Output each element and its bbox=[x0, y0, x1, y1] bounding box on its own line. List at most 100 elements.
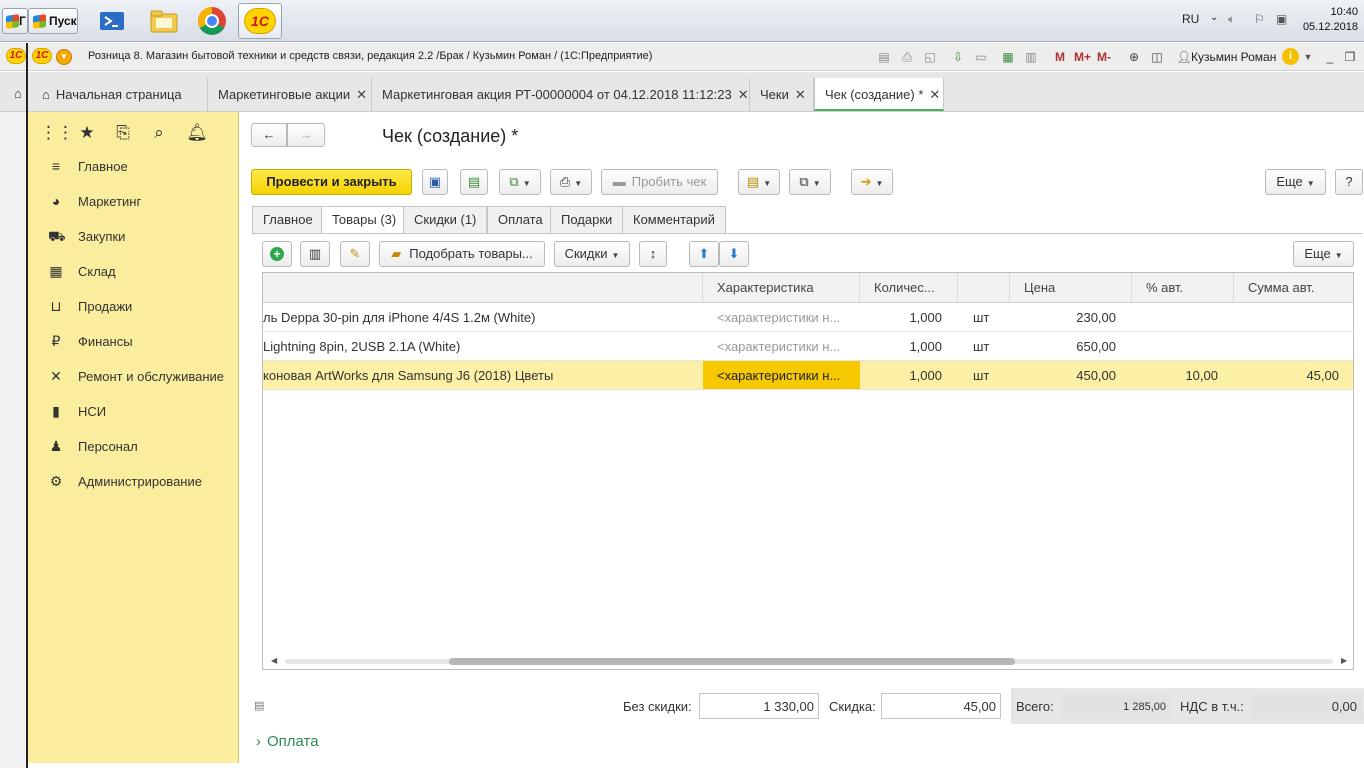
sidebar-item-warehouse[interactable]: ▦ Склад bbox=[28, 259, 238, 285]
tab-marketing-action[interactable]: Маркетинговая акция РТ-00000004 от 04.12… bbox=[372, 78, 750, 111]
sidebar-item-finance[interactable]: ₽ Финансы bbox=[28, 329, 238, 355]
cell-quantity[interactable]: 1,000 bbox=[860, 332, 958, 360]
copy-button[interactable]: ⧉ ▼ bbox=[789, 169, 831, 195]
sidebar-item-nsi[interactable]: ▮ НСИ bbox=[28, 399, 238, 425]
clock[interactable]: 10:40 05.12.2018 bbox=[1303, 5, 1358, 35]
main-menu-dropdown-icon[interactable]: ▼ bbox=[56, 49, 72, 65]
add-row-button[interactable]: + bbox=[262, 241, 292, 267]
start-button[interactable]: Пуск bbox=[28, 8, 78, 34]
post-button[interactable]: ▤ bbox=[460, 169, 488, 195]
reports-button[interactable]: ▤ ▼ bbox=[738, 169, 780, 195]
cell-characteristic-current[interactable]: <характеристики н... bbox=[703, 361, 860, 389]
print-button[interactable]: ⎙ ▼ bbox=[550, 169, 592, 195]
tab-goods[interactable]: Товары (3) bbox=[321, 206, 408, 234]
star-icon[interactable]: ★ bbox=[76, 122, 98, 144]
memory-plus-button[interactable]: M+ bbox=[1074, 50, 1091, 64]
edit-button[interactable]: ✎ bbox=[340, 241, 370, 267]
sidebar-item-purchases[interactable]: ⛟ Закупки bbox=[28, 224, 238, 250]
sidebar-item-marketing[interactable]: ◕ Маркетинг bbox=[28, 189, 238, 215]
save-button[interactable]: ▣ bbox=[422, 169, 448, 195]
col-header-name[interactable] bbox=[263, 273, 703, 303]
table-more-button[interactable]: Еще ▼ bbox=[1293, 241, 1354, 267]
minimize-icon[interactable]: _ bbox=[1322, 49, 1338, 65]
home-corner-icon[interactable]: ⌂ bbox=[10, 78, 32, 111]
table-row[interactable]: ль Deppa 30-pin для iPhone 4/4S 1.2м (Wh… bbox=[263, 303, 1353, 332]
print-check-button[interactable]: ▬ Пробить чек bbox=[601, 169, 718, 195]
history-icon[interactable]: ⎘ bbox=[112, 122, 134, 144]
memory-button[interactable]: M bbox=[1055, 50, 1065, 64]
scroll-right-icon[interactable]: ▶ bbox=[1341, 656, 1347, 665]
link-icon[interactable]: ▭ bbox=[973, 49, 989, 65]
close-icon[interactable]: ✕ bbox=[929, 87, 940, 102]
sidebar-item-repair[interactable]: ✕ Ремонт и обслуживание bbox=[28, 364, 238, 390]
taskbar-1c[interactable]: 1С bbox=[238, 3, 282, 39]
col-header-auto-sum[interactable]: Сумма авт. bbox=[1234, 273, 1353, 303]
print-icon[interactable]: ⎙ bbox=[899, 49, 915, 65]
forward-button[interactable]: → bbox=[287, 123, 325, 147]
save-icon[interactable]: ▤ bbox=[876, 49, 892, 65]
post-and-close-button[interactable]: Провести и закрыть bbox=[251, 169, 412, 195]
tab-home[interactable]: ⌂ Начальная страница bbox=[32, 78, 208, 111]
tab-payment[interactable]: Оплата bbox=[487, 206, 554, 233]
download-icon[interactable]: ⇩ bbox=[950, 49, 966, 65]
pick-goods-button[interactable]: ▰ Подобрать товары... bbox=[379, 241, 545, 267]
cell-price[interactable]: 230,00 bbox=[1010, 303, 1132, 331]
move-down-button[interactable]: ⬇ bbox=[719, 241, 749, 267]
grid-menu-icon[interactable]: ⋮⋮ bbox=[40, 122, 74, 144]
cell-characteristic[interactable]: <характеристики н... bbox=[703, 332, 860, 360]
sidebar-item-main[interactable]: ≡ Главное bbox=[28, 154, 238, 180]
preview-icon[interactable]: ◱ bbox=[922, 49, 938, 65]
no-discount-field[interactable]: 1 330,00 bbox=[699, 693, 819, 719]
network-icon[interactable]: ▣ bbox=[1276, 12, 1287, 26]
info-dropdown-icon[interactable]: ▼ bbox=[1300, 49, 1316, 65]
cell-price[interactable]: 450,00 bbox=[1010, 361, 1132, 389]
tab-check-create[interactable]: Чек (создание) * ✕ bbox=[814, 78, 944, 111]
move-up-button[interactable]: ⬆ bbox=[689, 241, 719, 267]
cell-characteristic[interactable]: <характеристики н... bbox=[703, 303, 860, 331]
close-icon[interactable]: ✕ bbox=[356, 87, 367, 102]
col-header-characteristic[interactable]: Характеристика bbox=[703, 273, 860, 303]
memory-minus-button[interactable]: M- bbox=[1097, 50, 1111, 64]
zoom-icon[interactable]: ⊕ bbox=[1126, 49, 1142, 65]
sidebar-item-admin[interactable]: ⚙ Администрирование bbox=[28, 469, 238, 495]
panels-icon[interactable]: ◫ bbox=[1149, 49, 1165, 65]
resize-button[interactable]: ↕ bbox=[639, 241, 667, 267]
start-button-left[interactable]: Г bbox=[2, 8, 28, 34]
sidebar-item-sales[interactable]: ⊔ Продажи bbox=[28, 294, 238, 320]
flag-icon[interactable]: ⚐ bbox=[1254, 12, 1265, 26]
cell-quantity[interactable]: 1,000 bbox=[860, 303, 958, 331]
discounts-button[interactable]: Скидки ▼ bbox=[554, 241, 630, 267]
back-button[interactable]: ← bbox=[251, 123, 287, 147]
tab-discounts[interactable]: Скидки (1) bbox=[403, 206, 488, 233]
scrollbar-thumb[interactable] bbox=[449, 658, 1015, 665]
create-based-on-button[interactable]: ⧉ ▼ bbox=[499, 169, 541, 195]
spreadsheet-icon[interactable]: ▦ bbox=[1000, 49, 1016, 65]
speaker-icon[interactable]: 🔈︎ bbox=[1228, 12, 1235, 27]
info-icon[interactable]: i bbox=[1282, 48, 1299, 65]
export-button[interactable]: ➔ ▼ bbox=[851, 169, 893, 195]
more-button[interactable]: Еще ▼ bbox=[1265, 169, 1326, 195]
search-icon[interactable]: ⌕ bbox=[148, 122, 170, 144]
user-name[interactable]: Кузьмин Роман bbox=[1191, 50, 1276, 64]
taskbar-chrome[interactable] bbox=[190, 3, 234, 39]
close-icon[interactable]: ✕ bbox=[795, 87, 806, 102]
barcode-button[interactable]: ▥ bbox=[300, 241, 330, 267]
tab-main[interactable]: Главное bbox=[252, 206, 324, 233]
restore-icon[interactable]: ❐ bbox=[1342, 49, 1358, 65]
calendar-icon[interactable]: ▥ bbox=[1023, 49, 1039, 65]
tab-checks[interactable]: Чеки ✕ bbox=[750, 78, 814, 111]
bell-icon[interactable]: 🔔︎ bbox=[186, 122, 208, 144]
tab-marketing-actions[interactable]: Маркетинговые акции ✕ bbox=[208, 78, 372, 111]
taskbar-powershell[interactable] bbox=[90, 3, 134, 39]
notes-icon[interactable]: ▤ bbox=[254, 699, 264, 712]
cell-quantity[interactable]: 1,000 bbox=[860, 361, 958, 389]
table-row[interactable]: Lightning 8pin, 2USB 2.1A (White) <харак… bbox=[263, 332, 1353, 361]
sidebar-item-personnel[interactable]: ♟ Персонал bbox=[28, 434, 238, 460]
help-button[interactable]: ? bbox=[1335, 169, 1363, 195]
tray-expand-icon[interactable]: ⌄ bbox=[1210, 12, 1218, 23]
col-header-auto-percent[interactable]: % авт. bbox=[1132, 273, 1234, 303]
tab-gifts[interactable]: Подарки bbox=[550, 206, 624, 233]
table-row-selected[interactable]: коновая ArtWorks для Samsung J6 (2018) Ц… bbox=[263, 361, 1353, 390]
1c-menu-icon[interactable]: 1С bbox=[32, 48, 52, 64]
payment-section-toggle[interactable]: › Оплата bbox=[256, 733, 319, 750]
